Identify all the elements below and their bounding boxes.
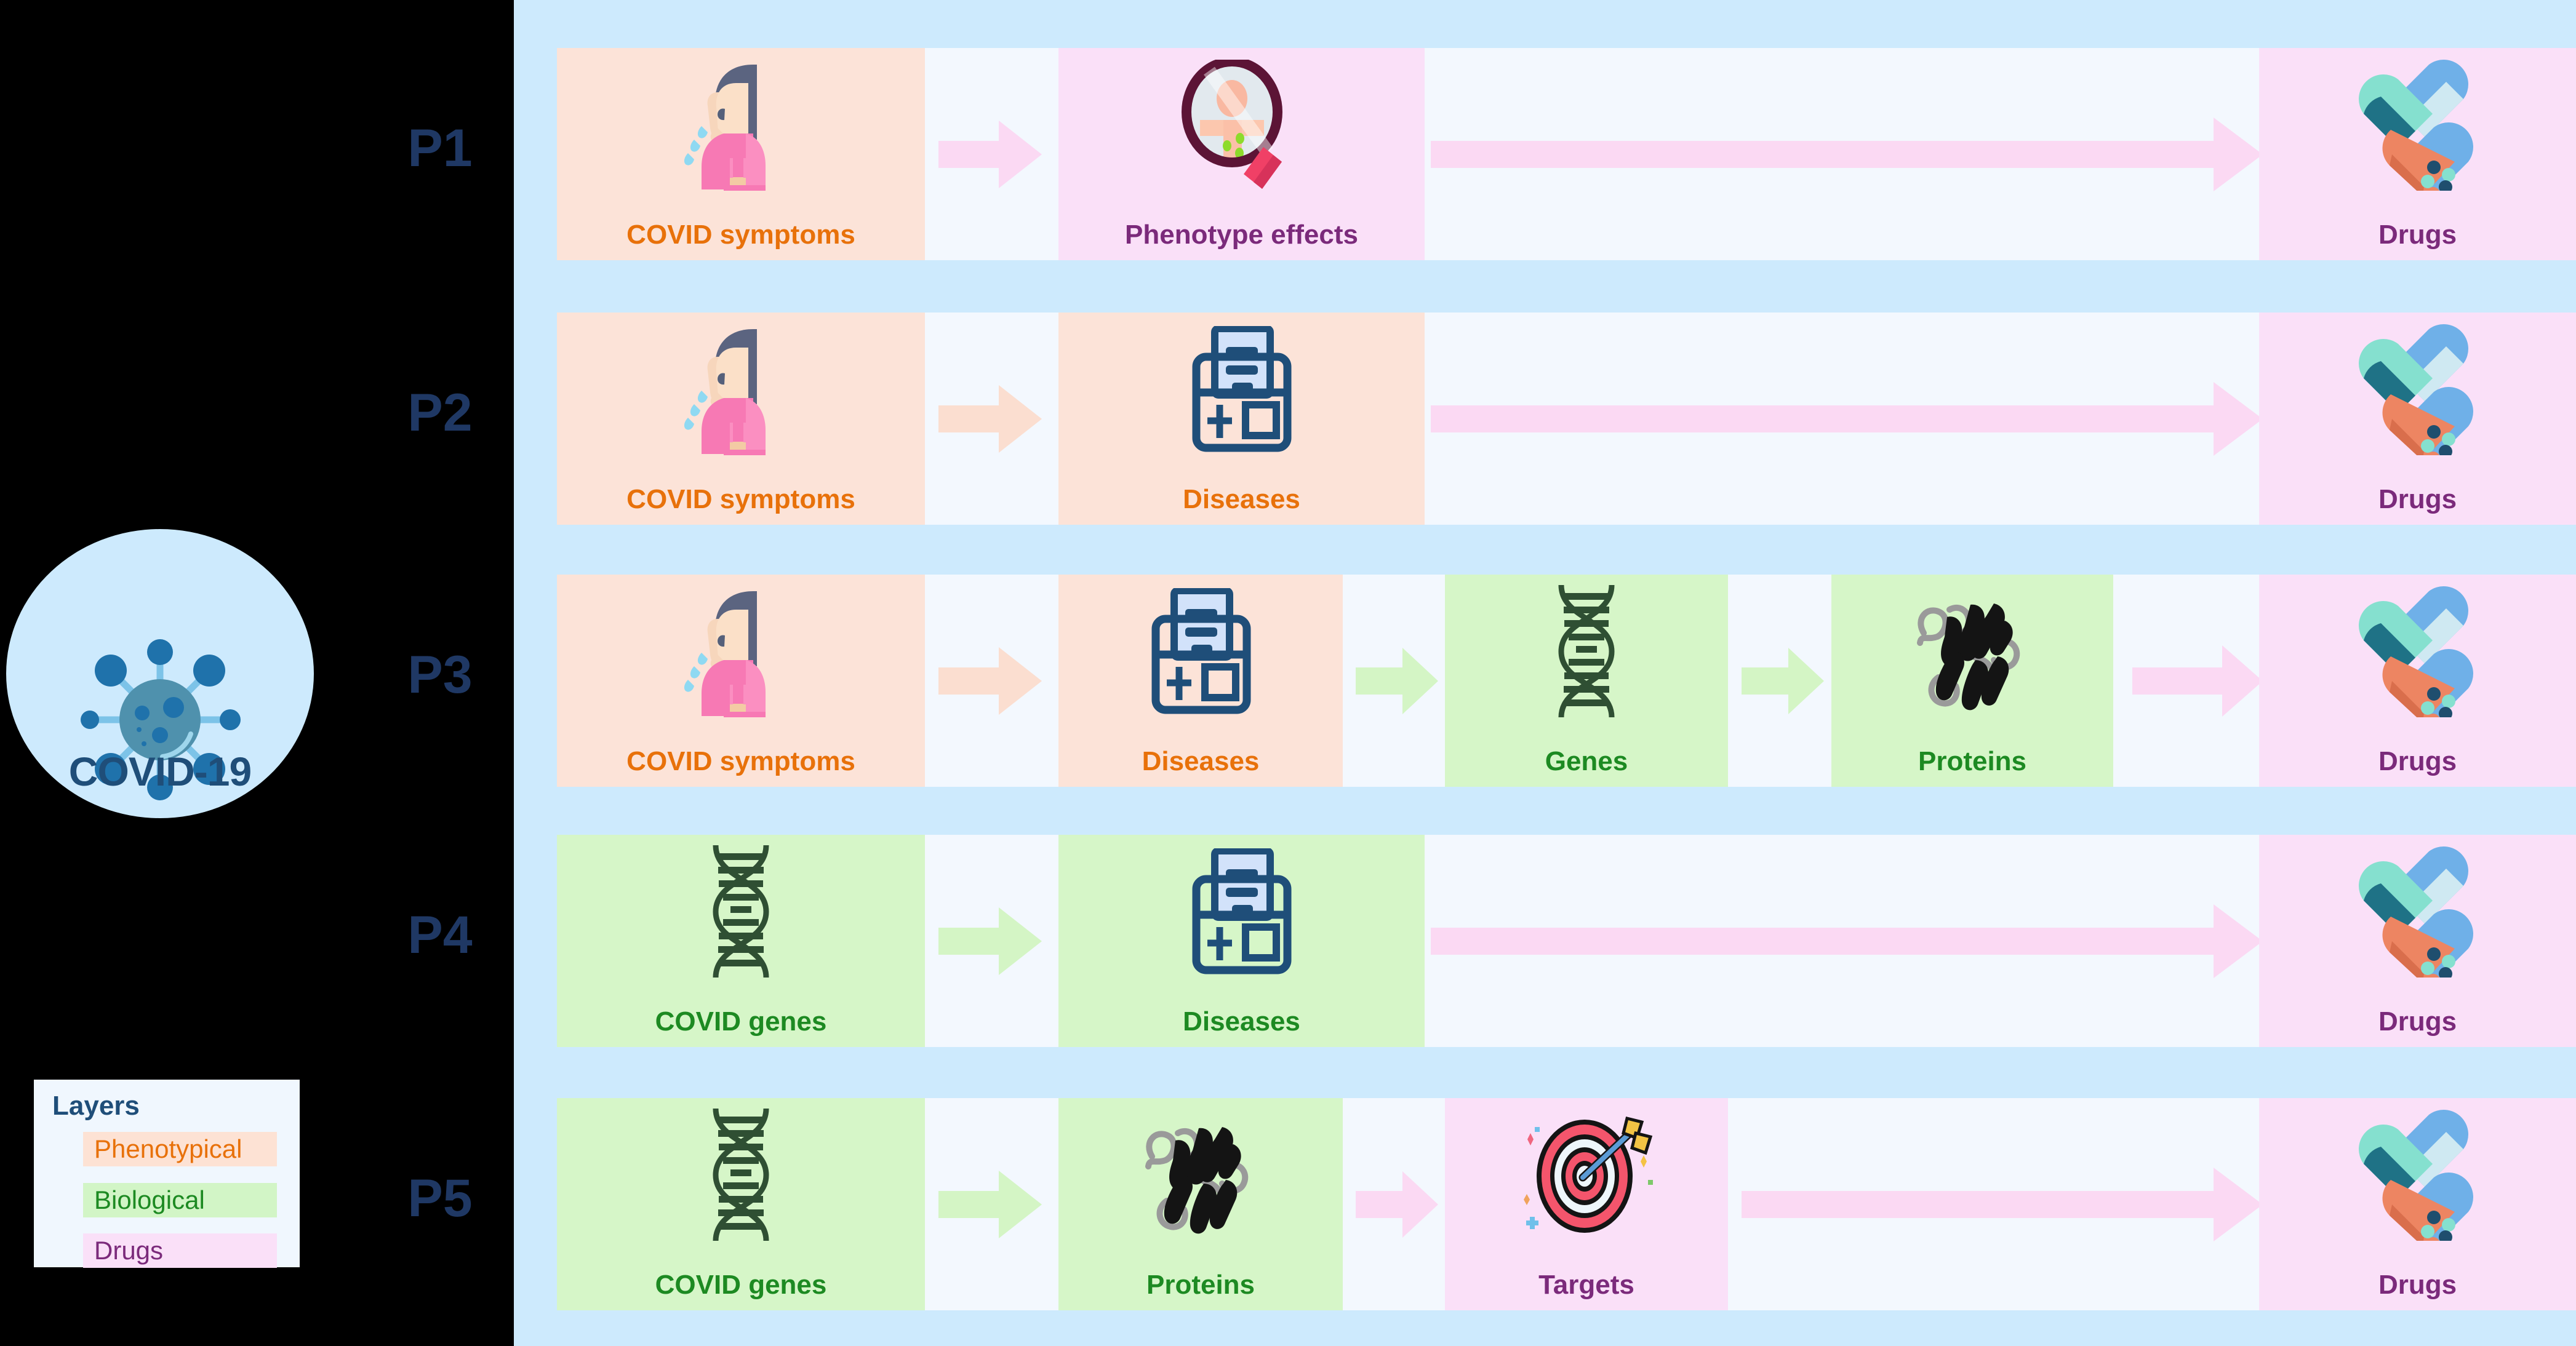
arrow-pink-long (1431, 114, 2263, 194)
node-covid-symptoms[interactable]: COVID symptoms (557, 313, 925, 525)
sneezing-person-icon (557, 583, 925, 719)
pathway-row-p4: P4 COVID genes Diseases Drugs (407, 835, 2576, 1047)
target-arrow-icon (1445, 1107, 1728, 1243)
node-label: Genes (1545, 746, 1628, 776)
pathways-panel: P1 COVID symptoms Phenotype effects Drug… (407, 0, 2576, 1346)
node-label: Drugs (2378, 220, 2457, 250)
path-label-p3: P3 (407, 645, 473, 704)
sneezing-person-icon (557, 321, 925, 457)
arrow-pink-long (1742, 1165, 2263, 1244)
node-label: Diseases (1142, 746, 1260, 776)
pathway-row-p2: P2 COVID symptoms Diseases Drugs (407, 313, 2576, 525)
legend-item-biological: Biological (83, 1183, 277, 1217)
medical-record-icon (1058, 843, 1425, 979)
node-label: COVID genes (655, 1270, 827, 1300)
path-label-p2: P2 (407, 383, 473, 442)
protein-fold-icon (1831, 583, 2113, 719)
node-drugs[interactable]: Drugs (2259, 313, 2576, 525)
legend-item-drugs: Drugs (83, 1233, 277, 1268)
pathway-row-p3: P3 COVID symptoms Diseases Genes Protein… (407, 575, 2576, 787)
pills-capsules-icon (2259, 321, 2576, 457)
node-covid-symptoms[interactable]: COVID symptoms (557, 575, 925, 787)
arrow-pink-long (1431, 379, 2263, 459)
node-diseases[interactable]: Diseases (1058, 835, 1425, 1047)
pills-capsules-icon (2259, 843, 2576, 979)
covid-badge-label: COVID-19 (68, 749, 252, 794)
diagram-canvas: COVID-19 Layers Phenotypical Biological … (0, 0, 2576, 1346)
node-targets[interactable]: Targets (1445, 1098, 1728, 1310)
node-label: Phenotype effects (1125, 220, 1358, 250)
path-label-p1: P1 (407, 119, 473, 178)
node-drugs[interactable]: Drugs (2259, 1098, 2576, 1310)
node-drugs[interactable]: Drugs (2259, 48, 2576, 260)
magnifier-body-icon (1058, 57, 1425, 193)
covid-19-badge: COVID-19 (6, 529, 314, 818)
arrow-pink-short (938, 117, 1043, 191)
node-label: Diseases (1183, 484, 1300, 514)
node-diseases[interactable]: Diseases (1058, 313, 1425, 525)
arrow-green-short (938, 1168, 1043, 1241)
dna-helix-icon (1445, 583, 1728, 719)
legend-title: Layers (52, 1091, 140, 1121)
node-proteins[interactable]: Proteins (1058, 1098, 1343, 1310)
node-label: Proteins (1918, 746, 2027, 776)
dna-helix-icon (557, 1107, 925, 1243)
node-phenotype-effects[interactable]: Phenotype effects (1058, 48, 1425, 260)
node-label: COVID symptoms (626, 484, 855, 514)
path-label-p4: P4 (407, 906, 473, 965)
medical-record-icon (1058, 583, 1343, 719)
path-label-p5: P5 (407, 1169, 473, 1228)
layers-legend: Layers Phenotypical Biological Drugs (34, 1080, 300, 1268)
arrow-green-short (1356, 645, 1439, 717)
node-diseases[interactable]: Diseases (1058, 575, 1343, 787)
arrow-green-short (938, 904, 1043, 978)
arrow-pink-long (2132, 642, 2263, 720)
arrow-peach-short (938, 382, 1043, 456)
node-label: Drugs (2378, 1270, 2457, 1300)
pills-capsules-icon (2259, 583, 2576, 719)
node-label: COVID symptoms (626, 746, 855, 776)
arrow-pink-long (1431, 901, 2263, 981)
arrow-green-short (1742, 645, 1825, 717)
node-proteins[interactable]: Proteins (1831, 575, 2113, 787)
pathway-row-p5: P5 COVID genes Proteins Targets Drugs (407, 1098, 2576, 1310)
medical-record-icon (1058, 321, 1425, 457)
dna-helix-icon (557, 843, 925, 979)
node-covid-genes[interactable]: COVID genes (557, 835, 925, 1047)
node-label: Drugs (2378, 484, 2457, 514)
node-genes[interactable]: Genes (1445, 575, 1728, 787)
node-label: COVID symptoms (626, 220, 855, 250)
pills-capsules-icon (2259, 1107, 2576, 1243)
node-drugs[interactable]: Drugs (2259, 575, 2576, 787)
arrow-peach-short (938, 644, 1043, 718)
protein-fold-icon (1058, 1107, 1343, 1243)
pathway-row-p1: P1 COVID symptoms Phenotype effects Drug… (407, 48, 2576, 260)
legend-item-phenotypical: Phenotypical (83, 1132, 277, 1166)
node-drugs[interactable]: Drugs (2259, 835, 2576, 1047)
node-label: Proteins (1146, 1270, 1255, 1300)
node-covid-genes[interactable]: COVID genes (557, 1098, 925, 1310)
arrow-pink-short (1356, 1168, 1439, 1241)
sneezing-person-icon (557, 57, 925, 193)
node-covid-symptoms[interactable]: COVID symptoms (557, 48, 925, 260)
node-label: Diseases (1183, 1006, 1300, 1037)
node-label: COVID genes (655, 1006, 827, 1037)
pills-capsules-icon (2259, 57, 2576, 193)
node-label: Drugs (2378, 1006, 2457, 1037)
node-label: Drugs (2378, 746, 2457, 776)
node-label: Targets (1538, 1270, 1634, 1300)
